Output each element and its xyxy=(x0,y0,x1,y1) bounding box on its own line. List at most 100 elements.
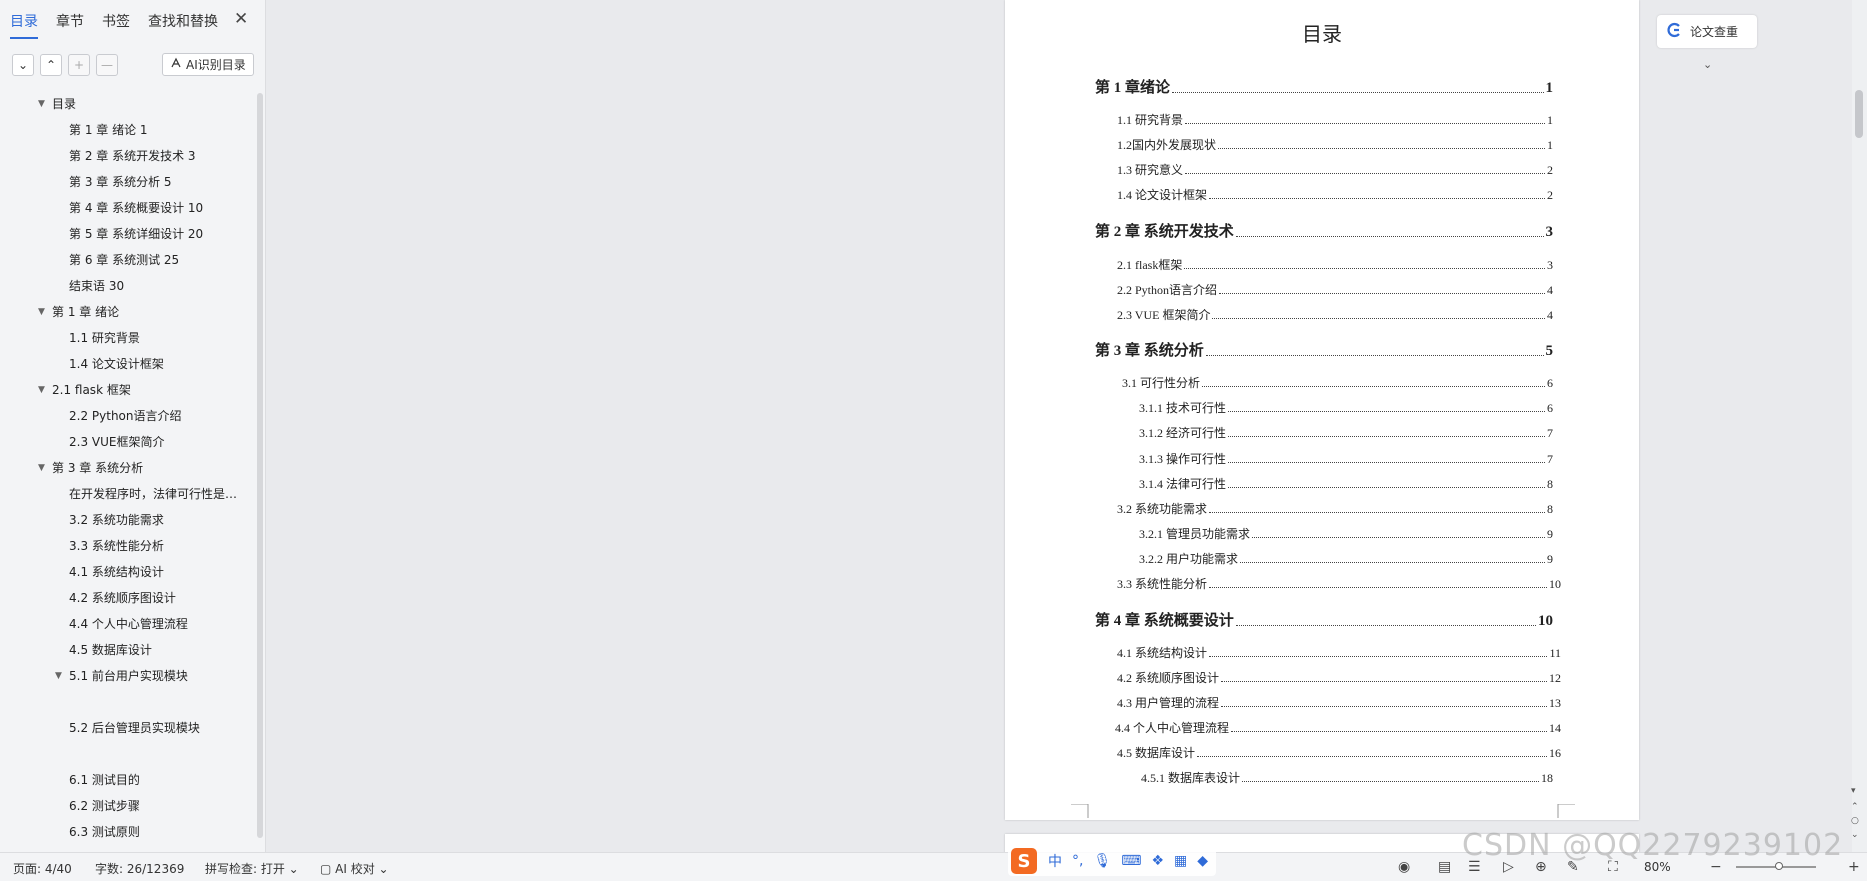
microphone-icon[interactable]: 🎙 xyxy=(1093,853,1111,869)
spellcheck-toggle[interactable]: 拼写检查: 打开 ⌄ xyxy=(205,860,299,877)
caret-down-icon[interactable]: ▼ xyxy=(38,94,45,114)
toc-entry[interactable]: 第 1 章绪论 1 xyxy=(1095,76,1553,97)
toc-entry[interactable]: 3.3 系统性能分析 10 xyxy=(1117,575,1561,592)
chevron-down-icon: ⌄ xyxy=(17,58,29,72)
toc-tree-item[interactable]: 5.2 后台管理员实现模块 xyxy=(69,718,200,738)
sidebar-scrollbar[interactable] xyxy=(257,93,263,838)
toc-entry[interactable]: 4.5 数据库设计 16 xyxy=(1117,744,1561,761)
caret-down-icon[interactable]: ▼ xyxy=(38,458,45,478)
toc-entry[interactable]: 1.4 论文设计框架 2 xyxy=(1117,186,1553,203)
toc-tree-item[interactable]: 3.3 系统性能分析 xyxy=(69,536,164,556)
close-icon[interactable]: ✕ xyxy=(234,9,248,29)
toc-tree-item[interactable]: 1.4 论文设计框架 xyxy=(69,354,164,374)
toc-tree-item[interactable]: 6.3 测试原则 xyxy=(69,822,140,842)
toc-tree-item[interactable]: 4.2 系统顺序图设计 xyxy=(69,588,176,608)
ai-recognize-toc-button[interactable]: AI识别目录 xyxy=(162,53,254,76)
toc-entry[interactable]: 3.2 系统功能需求 8 xyxy=(1117,500,1553,517)
toc-entry[interactable]: 第 2 章 系统开发技术 3 xyxy=(1095,220,1553,241)
toc-leader-dots xyxy=(1228,462,1545,463)
skin-icon[interactable]: ❖ xyxy=(1151,853,1164,869)
toc-tree-item[interactable]: 在开发程序时，法律可行性是… xyxy=(69,484,237,504)
toc-tree-item[interactable]: 6.1 测试目的 xyxy=(69,770,140,790)
toc-tree-item[interactable]: 第 4 章 系统概要设计 10 xyxy=(69,198,203,218)
toc-tree-item[interactable]: 第 3 章 系统分析 5 xyxy=(69,172,172,192)
scrollbar-thumb[interactable] xyxy=(1855,90,1863,138)
toolbox-icon[interactable]: ▦ xyxy=(1174,853,1187,869)
ime-punct-toggle[interactable]: °, xyxy=(1072,853,1083,869)
caret-down-icon[interactable]: ▼ xyxy=(38,302,45,322)
page-view-icon[interactable]: ▤ xyxy=(1438,859,1451,875)
toc-tree-item[interactable]: ▼ 目录 xyxy=(38,94,76,114)
tab-find-replace[interactable]: 查找和替换 xyxy=(148,11,218,33)
toc-tree-item[interactable]: 第 5 章 系统详细设计 20 xyxy=(69,224,203,244)
toc-tree-item[interactable]: 第 6 章 系统测试 25 xyxy=(69,250,179,270)
tab-toc[interactable]: 目录 xyxy=(10,11,38,39)
toc-tree-item[interactable]: 3.2 系统功能需求 xyxy=(69,510,164,530)
ai-proofread-button[interactable]: ▢ AI 校对 ⌄ xyxy=(320,860,389,877)
toc-entry-text: 第 2 章 系统开发技术 xyxy=(1095,224,1234,240)
toc-entry[interactable]: 4.5.1 数据库表设计 18 xyxy=(1141,769,1553,786)
document-page[interactable]: 目录 第 1 章绪论 1 1.1 研究背景 1 1.2国内外发展现状 1 1.3 研究意义 2… xyxy=(1005,0,1639,820)
watermark: CSDN @QQ2279239102 xyxy=(1462,828,1844,863)
toc-entry[interactable]: 3.2.1 管理员功能需求 9 xyxy=(1139,525,1553,542)
toc-entry[interactable]: 3.2.2 用户功能需求 9 xyxy=(1139,550,1553,567)
plagiarism-check-button[interactable]: 论文查重 xyxy=(1657,15,1757,48)
toc-entry[interactable]: 1.2国内外发展现状 1 xyxy=(1117,136,1553,153)
caret-down-icon[interactable]: ▼ xyxy=(38,380,45,400)
toc-entry[interactable]: 4.4 个人中心管理流程 14 xyxy=(1115,719,1561,736)
toc-entry[interactable]: 1.1 研究背景 1 xyxy=(1117,111,1553,128)
toc-tree-item[interactable]: ▼ 2.1 flask 框架 xyxy=(38,380,131,400)
toc-tree-item[interactable]: 4.1 系统结构设计 xyxy=(69,562,164,582)
toc-entry[interactable]: 4.1 系统结构设计 11 xyxy=(1117,644,1561,661)
toc-entry-text: 3.2.2 用户功能需求 xyxy=(1139,552,1239,566)
remove-heading-button[interactable]: — xyxy=(96,54,118,76)
expand-all-button[interactable]: ⌄ xyxy=(12,54,34,76)
prev-page-icon[interactable]: ⌃ xyxy=(1851,802,1859,812)
toc-tree-item[interactable]: 2.2 Python语言介绍 xyxy=(69,406,182,426)
toc-entry[interactable]: 4.2 系统顺序图设计 12 xyxy=(1117,669,1561,686)
toc-tree-item[interactable]: ▼ 第 3 章 系统分析 xyxy=(38,458,143,478)
toc-entry[interactable]: 1.3 研究意义 2 xyxy=(1117,161,1553,178)
toc-tree-item[interactable]: 2.3 VUE框架简介 xyxy=(69,432,164,452)
toc-entry[interactable]: 2.3 VUE 框架简介 4 xyxy=(1117,306,1553,323)
toc-entry[interactable]: 3.1 可行性分析 6 xyxy=(1122,374,1553,391)
toc-tree-item[interactable]: ▼ 第 1 章 绪论 xyxy=(38,302,119,322)
toc-entry[interactable]: 3.1.1 技术可行性 6 xyxy=(1139,399,1553,416)
select-browse-icon[interactable]: ○ xyxy=(1851,816,1859,826)
add-heading-button[interactable]: + xyxy=(68,54,90,76)
toc-entry[interactable]: 4.3 用户管理的流程 13 xyxy=(1117,694,1561,711)
toc-tree-item[interactable]: 6.2 测试步骤 xyxy=(69,796,140,816)
toc-tree-item[interactable]: ▼ 5.1 前台用户实现模块 xyxy=(55,666,188,686)
toc-entry[interactable]: 2.1 flask框架 3 xyxy=(1117,256,1553,273)
keyboard-icon[interactable]: ⌨ xyxy=(1121,853,1141,869)
toc-tree-item[interactable]: 第 2 章 系统开发技术 3 xyxy=(69,146,196,166)
collapse-all-button[interactable]: ⌃ xyxy=(40,54,62,76)
tab-chapters[interactable]: 章节 xyxy=(56,11,84,33)
toc-tree-item[interactable]: 4.4 个人中心管理流程 xyxy=(69,614,188,634)
eye-protection-icon[interactable]: ◉ xyxy=(1398,859,1410,875)
toc-tree-item[interactable]: 结束语 30 xyxy=(69,276,124,296)
tab-bookmarks[interactable]: 书签 xyxy=(102,11,130,33)
toc-tree-item[interactable]: 第 1 章 绪论 1 xyxy=(69,120,148,140)
zoom-slider-knob[interactable] xyxy=(1775,862,1783,870)
toc-entry[interactable]: 2.2 Python语言介绍 4 xyxy=(1117,281,1553,298)
page-indicator[interactable]: 页面: 4/40 xyxy=(13,860,72,877)
next-page-icon[interactable]: ⌄ xyxy=(1851,830,1859,840)
zoom-in-icon[interactable]: + xyxy=(1848,859,1860,875)
scroll-up-page-icon[interactable]: ▾ xyxy=(1851,786,1856,796)
toc-tree-item[interactable]: 1.1 研究背景 xyxy=(69,328,140,348)
toc-tree-item[interactable]: 4.5 数据库设计 xyxy=(69,640,152,660)
caret-down-icon[interactable]: ▼ xyxy=(55,666,62,686)
chevron-down-icon[interactable]: ⌄ xyxy=(1703,58,1712,71)
toc-page-number: 1 xyxy=(1547,113,1553,127)
toc-leader-dots xyxy=(1219,293,1545,294)
toc-entry[interactable]: 3.1.3 操作可行性 7 xyxy=(1139,450,1553,467)
toc-entry[interactable]: 第 3 章 系统分析 5 xyxy=(1095,339,1553,360)
toc-entry[interactable]: 第 4 章 系统概要设计 10 xyxy=(1095,609,1553,630)
ime-lang-toggle[interactable]: 中 xyxy=(1048,851,1062,871)
toc-entry[interactable]: 3.1.2 经济可行性 7 xyxy=(1139,424,1553,441)
word-count[interactable]: 字数: 26/12369 xyxy=(95,860,184,877)
sogou-logo[interactable]: S xyxy=(1011,848,1037,874)
toc-entry[interactable]: 3.1.4 法律可行性 8 xyxy=(1139,475,1553,492)
ime-mascot-icon[interactable]: ◆ xyxy=(1197,853,1208,869)
